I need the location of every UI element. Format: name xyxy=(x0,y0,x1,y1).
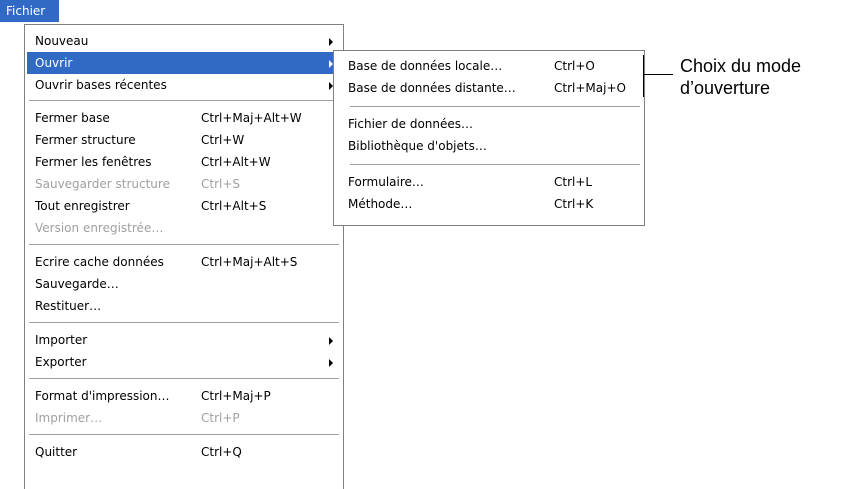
submenu-item-methode[interactable]: Méthode… Ctrl+K xyxy=(336,193,642,215)
menu-separator xyxy=(29,100,339,101)
menu-separator xyxy=(29,434,339,435)
menu-item-sauvegarder-structure: Sauvegarder structure Ctrl+S xyxy=(27,173,341,195)
menu-item-nouveau[interactable]: Nouveau xyxy=(27,30,341,52)
menu-item-label: Ouvrir xyxy=(35,56,73,70)
menu-item-shortcut: Ctrl+Alt+S xyxy=(201,199,267,213)
menu-item-shortcut: Ctrl+S xyxy=(201,177,241,191)
menu-item-shortcut: Ctrl+W xyxy=(201,133,245,147)
menu-item-label: Ouvrir bases récentes xyxy=(35,78,167,92)
menu-item-fermer-base[interactable]: Fermer base Ctrl+Maj+Alt+W xyxy=(27,107,341,129)
menu-item-label: Fermer base xyxy=(35,111,110,125)
menu-item-label: Exporter xyxy=(35,355,87,369)
menu-fichier[interactable]: Fichier xyxy=(0,0,59,22)
menu-item-label: Nouveau xyxy=(35,34,89,48)
menu-item-sauvegarde[interactable]: Sauvegarde… xyxy=(27,273,341,295)
menu-item-label: Fermer les fenêtres xyxy=(35,155,152,169)
menu-item-imprimer: Imprimer… Ctrl+P xyxy=(27,407,341,429)
menu-item-quitter[interactable]: Quitter Ctrl+Q xyxy=(27,441,341,463)
submenu-item-base-locale[interactable]: Base de données locale… Ctrl+O xyxy=(336,55,642,77)
submenu-item-base-distante[interactable]: Base de données distante… Ctrl+Maj+O xyxy=(336,77,642,99)
menu-item-restituer[interactable]: Restituer… xyxy=(27,295,341,317)
menu-item-label: Tout enregistrer xyxy=(35,199,130,213)
menu-item-label: Sauvegarder structure xyxy=(35,177,170,191)
menu-item-fermer-structure[interactable]: Fermer structure Ctrl+W xyxy=(27,129,341,151)
fichier-dropdown-menu: Nouveau Ouvrir Ouvrir bases récentes Fer… xyxy=(24,24,344,489)
menu-item-label: Base de données distante… xyxy=(348,81,516,95)
menu-item-fermer-fenetres[interactable]: Fermer les fenêtres Ctrl+Alt+W xyxy=(27,151,341,173)
menu-item-label: Version enregistrée… xyxy=(35,221,164,235)
menu-separator xyxy=(29,322,339,323)
menu-separator xyxy=(29,244,339,245)
menu-item-label: Importer xyxy=(35,333,88,347)
submenu-arrow-icon xyxy=(329,337,333,345)
menu-item-label: Base de données locale… xyxy=(348,59,503,73)
menu-item-label: Imprimer… xyxy=(35,411,103,425)
callout-line-2: d’ouverture xyxy=(680,78,771,98)
menu-item-shortcut: Ctrl+Maj+Alt+S xyxy=(201,255,298,269)
menu-item-shortcut: Ctrl+Alt+W xyxy=(201,155,271,169)
menu-item-shortcut: Ctrl+K xyxy=(554,197,594,211)
menu-item-ecrire-cache-donnees[interactable]: Ecrire cache données Ctrl+Maj+Alt+S xyxy=(27,251,341,273)
menu-item-shortcut: Ctrl+L xyxy=(554,175,593,189)
menu-item-shortcut: Ctrl+Maj+Alt+W xyxy=(201,111,302,125)
menu-item-shortcut: Ctrl+P xyxy=(201,411,240,425)
menu-separator xyxy=(29,378,339,379)
submenu-item-bibliotheque-objets[interactable]: Bibliothèque d'objets… xyxy=(336,135,642,157)
menu-item-label: Format d'impression… xyxy=(35,389,170,403)
menu-item-format-impression[interactable]: Format d'impression… Ctrl+Maj+P xyxy=(27,385,341,407)
menu-item-ouvrir[interactable]: Ouvrir xyxy=(27,52,341,74)
menu-item-shortcut: Ctrl+Q xyxy=(201,445,242,459)
callout-annotation: Choix du mode d’ouverture xyxy=(680,55,855,99)
submenu-arrow-icon xyxy=(329,359,333,367)
menu-item-ouvrir-bases-recentes[interactable]: Ouvrir bases récentes xyxy=(27,74,341,96)
menu-item-exporter[interactable]: Exporter xyxy=(27,351,341,373)
callout-bracket-line xyxy=(643,55,644,97)
menu-item-label: Restituer… xyxy=(35,299,102,313)
menu-item-tout-enregistrer[interactable]: Tout enregistrer Ctrl+Alt+S xyxy=(27,195,341,217)
menu-item-label: Bibliothèque d'objets… xyxy=(348,139,487,153)
menu-item-shortcut: Ctrl+O xyxy=(554,59,595,73)
menu-item-label: Sauvegarde… xyxy=(35,277,119,291)
submenu-item-fichier-donnees[interactable]: Fichier de données… xyxy=(336,113,642,135)
menu-separator xyxy=(350,106,640,107)
menu-item-label: Fermer structure xyxy=(35,133,136,147)
menu-item-label: Formulaire… xyxy=(348,175,424,189)
menu-item-importer[interactable]: Importer xyxy=(27,329,341,351)
menu-item-label: Quitter xyxy=(35,445,78,459)
menu-separator xyxy=(350,164,640,165)
menu-item-label: Ecrire cache données xyxy=(35,255,164,269)
menu-item-version-enregistree: Version enregistrée… xyxy=(27,217,341,239)
submenu-item-formulaire[interactable]: Formulaire… Ctrl+L xyxy=(336,171,642,193)
menu-item-label: Méthode… xyxy=(348,197,413,211)
callout-pointer-line xyxy=(643,74,673,75)
submenu-arrow-icon xyxy=(329,38,333,46)
menu-item-label: Fichier de données… xyxy=(348,117,474,131)
menu-item-shortcut: Ctrl+Maj+O xyxy=(554,81,626,95)
ouvrir-submenu: Base de données locale… Ctrl+O Base de d… xyxy=(333,50,645,226)
menu-item-shortcut: Ctrl+Maj+P xyxy=(201,389,271,403)
callout-line-1: Choix du mode xyxy=(680,56,802,76)
